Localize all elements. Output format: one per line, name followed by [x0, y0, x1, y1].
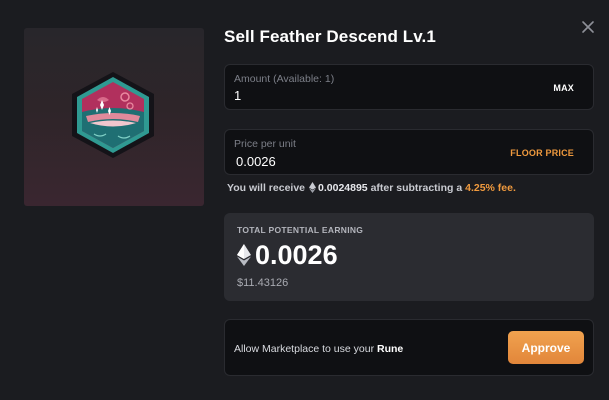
- floor-price-button[interactable]: FLOOR PRICE: [510, 148, 574, 158]
- approve-text: Allow Marketplace to use your Rune: [234, 343, 403, 355]
- amount-field[interactable]: Amount (Available: 1) MAX: [224, 64, 594, 110]
- close-button[interactable]: [579, 18, 597, 36]
- item-image-panel: [24, 28, 204, 206]
- approve-panel: Allow Marketplace to use your Rune Appro…: [224, 319, 594, 376]
- earning-value-row: 0.0026: [237, 240, 338, 271]
- receive-middle: after subtracting a: [370, 182, 463, 194]
- approve-prefix: Allow Marketplace to use your: [234, 343, 375, 355]
- amount-input[interactable]: [234, 88, 484, 103]
- price-label: Price per unit: [234, 138, 296, 150]
- fee-text: 4.25% fee.: [465, 182, 516, 194]
- feather-descend-badge-icon: [72, 72, 154, 158]
- price-field[interactable]: Price per unit FLOOR PRICE: [224, 129, 594, 175]
- close-icon: [582, 21, 594, 33]
- receive-prefix: You will receive: [227, 182, 306, 194]
- earning-panel: TOTAL POTENTIAL EARNING 0.0026 $11.43126: [224, 213, 594, 301]
- earning-value: 0.0026: [255, 240, 338, 270]
- approve-token: Rune: [377, 343, 404, 355]
- dialog-title: Sell Feather Descend Lv.1: [224, 27, 436, 46]
- max-button[interactable]: MAX: [553, 83, 574, 93]
- price-input[interactable]: [236, 154, 486, 169]
- earning-usd: $11.43126: [237, 277, 289, 289]
- eth-icon: [309, 182, 317, 196]
- eth-icon: [237, 244, 251, 266]
- receive-amount: 0.0024895: [318, 182, 368, 194]
- earning-caption: TOTAL POTENTIAL EARNING: [237, 225, 364, 235]
- approve-button[interactable]: Approve: [508, 331, 584, 364]
- receive-summary: You will receive 0.0024895 after subtract…: [227, 182, 516, 196]
- amount-label: Amount (Available: 1): [234, 73, 335, 85]
